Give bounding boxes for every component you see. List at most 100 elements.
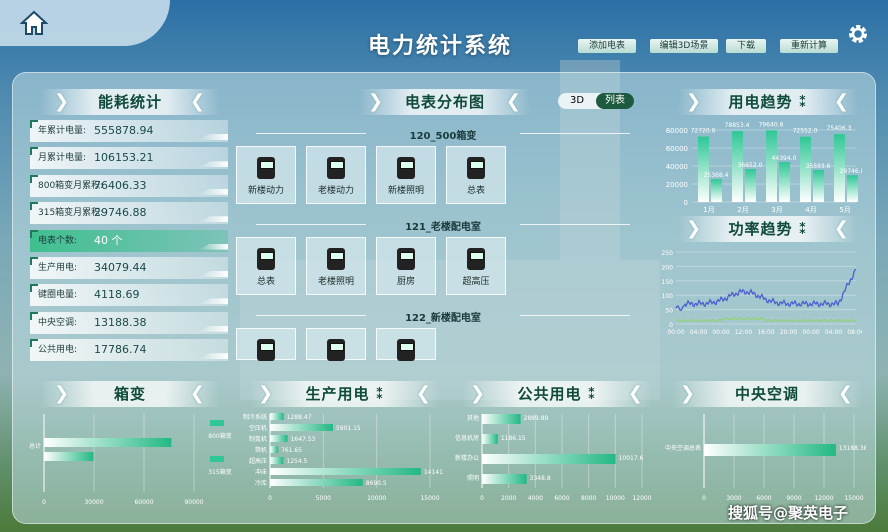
- meter-card[interactable]: [236, 328, 296, 361]
- public-chart: 0 2000 4000 6000 8000 10000 12000 其他 2889.89 信息机房…: [455, 414, 652, 502]
- stat-row: 中央空调: 13188.38: [30, 311, 228, 334]
- y-tick-label: 中央空调总表: [665, 444, 701, 452]
- meter-card[interactable]: 总表: [446, 146, 506, 204]
- x-tick-label: 0: [702, 495, 706, 502]
- trend-data-label: 25368.4: [704, 172, 729, 179]
- transformer-header: ❯ 箱变 ❮: [40, 381, 220, 407]
- production-header: ❯ 生产用电 ⁑ ❮: [250, 381, 440, 407]
- y-tick-label: 筛机: [255, 446, 267, 454]
- bar-data-label: 1288.47: [287, 414, 312, 421]
- y-tick-label: 150: [662, 279, 674, 286]
- meter-card[interactable]: [376, 328, 436, 361]
- y-tick-label: 信息机房: [455, 434, 479, 442]
- stat-row: 800箱变月累积: 76406.33: [30, 174, 228, 197]
- bar: [44, 438, 172, 447]
- trend-chart: 0 20000 40000 60000 80000 72720.6 25368.4 1月 788…: [666, 121, 862, 214]
- meter-card[interactable]: 超高压: [446, 237, 506, 295]
- chevron-left-icon: ❮: [837, 383, 854, 404]
- chevron-left-icon: ❮: [189, 91, 206, 112]
- meter-card[interactable]: 老楼照明: [306, 237, 366, 295]
- gear-icon[interactable]: [846, 22, 870, 46]
- stat-decoration: [198, 353, 228, 360]
- meter-card[interactable]: 新楼照明: [376, 146, 436, 204]
- x-tick-label: 4000: [528, 495, 543, 502]
- y-tick-label: 制氮机: [249, 435, 267, 443]
- production-title: 生产用电: [305, 385, 370, 403]
- close-icon[interactable]: ⁑: [799, 220, 808, 238]
- x-tick-label: 3月: [771, 206, 782, 214]
- meter-icon: [397, 157, 415, 179]
- meter-card[interactable]: 老楼动力: [306, 146, 366, 204]
- stat-label: 中央空调:: [38, 317, 78, 328]
- bar: [482, 474, 527, 484]
- meter-card[interactable]: 厨房: [376, 237, 436, 295]
- bar-data-label: 1186.15: [501, 435, 526, 442]
- y-tick-label: 40000: [666, 163, 688, 171]
- edit-3d-scene-button[interactable]: 编辑3D场景: [650, 39, 718, 53]
- x-tick-label: 60000: [134, 499, 153, 505]
- bar-data-label: 1647.53: [291, 436, 316, 443]
- x-tick-label: 6000: [756, 495, 771, 502]
- toggle-list[interactable]: 列表: [596, 93, 634, 109]
- chevron-right-icon: ❯: [258, 383, 275, 404]
- transformer-chart: 0 30000 60000 90000 总计 800箱变 315箱变: [29, 414, 232, 505]
- production-chart: 0 5000 10000 15000 制冷系统 1288.47 空压机 5901.15 制氮机 1…: [243, 413, 443, 502]
- trend-data-label: 35593.6: [806, 163, 831, 170]
- x-tick-label: 15000: [420, 495, 439, 502]
- download-button[interactable]: 下载: [726, 39, 766, 53]
- trend-data-label: 29746.8: [840, 168, 862, 175]
- y-tick-label: 100: [662, 293, 674, 300]
- meter-card[interactable]: [306, 328, 366, 361]
- bar: [44, 452, 94, 461]
- home-icon[interactable]: [20, 10, 48, 36]
- trend-bar: [813, 169, 824, 202]
- add-meter-button[interactable]: 添加电表: [578, 39, 636, 53]
- stat-label: 月累计电量:: [38, 153, 87, 164]
- y-tick-label: 冷库: [255, 479, 267, 487]
- stat-row[interactable]: 电表个数: 40 个: [30, 229, 228, 252]
- meter-icon: [397, 339, 415, 361]
- toggle-3d[interactable]: 3D: [558, 93, 596, 109]
- meter-card[interactable]: 总表: [236, 237, 296, 295]
- meter-label: 新楼照明: [387, 186, 424, 196]
- chevron-right-icon: ❯: [54, 383, 71, 404]
- legend-label: 315箱变: [208, 468, 231, 476]
- public-title: 公共用电: [517, 385, 582, 403]
- trend-bar: [779, 162, 790, 202]
- stat-label: 键圈电量:: [38, 290, 78, 301]
- stat-value: 106153.21: [94, 151, 154, 165]
- close-icon[interactable]: ⁑: [376, 385, 385, 403]
- meter-label: 总表: [466, 186, 485, 196]
- recalculate-button[interactable]: 重新计算: [780, 39, 838, 53]
- stat-label: 年累计电量:: [38, 126, 87, 136]
- chevron-left-icon: ❮: [189, 383, 206, 404]
- y-tick-label: 60000: [666, 145, 688, 153]
- bar: [270, 413, 284, 420]
- stat-value: 13188.38: [94, 315, 147, 329]
- close-icon[interactable]: ⁑: [588, 385, 597, 403]
- trend-title: 用电趋势: [728, 93, 793, 111]
- x-tick-label: 5000: [316, 495, 331, 502]
- close-icon[interactable]: ⁑: [799, 93, 808, 111]
- trend-bar: [766, 130, 777, 202]
- trend-data-label: 79640.8: [759, 121, 784, 128]
- stat-decoration: [198, 216, 228, 223]
- bar-data-label: 14141: [424, 469, 443, 476]
- bar-data-label: 3348.8: [530, 475, 551, 482]
- x-tick-label: 0: [42, 499, 46, 505]
- power-title: 功率趋势: [728, 220, 793, 238]
- x-tick-label: 12:00: [735, 329, 752, 336]
- view-toggle[interactable]: 3D 列表: [558, 93, 634, 109]
- x-tick-label: 9000: [786, 495, 801, 502]
- meter-card[interactable]: 新楼动力: [236, 146, 296, 204]
- x-tick-label: 8000: [581, 495, 596, 502]
- legend-swatch: [210, 420, 224, 426]
- bar: [482, 434, 498, 444]
- meter-group-title: 120_500箱变: [236, 127, 650, 142]
- y-tick-label: 空压机: [249, 424, 267, 432]
- meter-icon: [327, 248, 345, 270]
- trend-data-label: 72720.6: [691, 128, 716, 135]
- x-tick-label: 12000: [814, 495, 833, 502]
- x-tick-label: 15000: [844, 495, 863, 502]
- stat-decoration: [198, 298, 228, 305]
